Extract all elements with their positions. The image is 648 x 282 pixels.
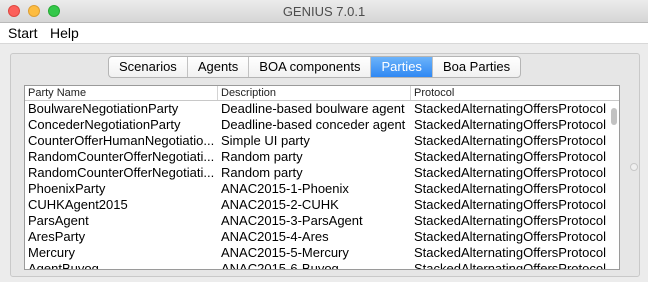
- table-row[interactable]: AgentBuyog ANAC2015-6-Buyog StackedAlterna…: [25, 261, 609, 270]
- table-row[interactable]: ParsAgent ANAC2015-3-ParsAgent StackedAlte…: [25, 213, 609, 229]
- column-header-description[interactable]: Description: [218, 86, 411, 100]
- tab-agents[interactable]: Agents: [188, 57, 250, 77]
- tab-parties[interactable]: Parties: [371, 57, 433, 77]
- protocol-cell: StackedAlternatingOffersProtocol: [414, 149, 606, 164]
- protocol-cell: StackedAlternatingOffersProtocol: [414, 117, 606, 132]
- description-cell: Random party: [221, 165, 303, 180]
- window-title: GENIUS 7.0.1: [282, 4, 366, 19]
- menu-bar: Start Help: [0, 23, 648, 44]
- party-name-cell: RandomCounterOfferNegotiati...: [28, 165, 215, 180]
- party-name-cell: ConcederNegotiationParty: [28, 117, 181, 132]
- description-cell: ANAC2015-4-Ares: [221, 229, 329, 244]
- table-row[interactable]: RandomCounterOfferNegotiati... Random par…: [25, 149, 609, 165]
- vertical-scrollbar[interactable]: [609, 101, 619, 269]
- protocol-cell: StackedAlternatingOffersProtocol: [414, 101, 606, 116]
- description-cell: ANAC2015-3-ParsAgent: [221, 213, 363, 228]
- table-row[interactable]: AresParty ANAC2015-4-Ares StackedAlternati…: [25, 229, 609, 245]
- tab-scenarios[interactable]: Scenarios: [109, 57, 188, 77]
- description-cell: ANAC2015-2-CUHK: [221, 197, 339, 212]
- description-cell: ANAC2015-6-Buyog: [221, 261, 339, 270]
- table-row[interactable]: BoulwareNegotiationParty Deadline-based b…: [25, 101, 609, 117]
- party-name-cell: CUHKAgent2015: [28, 197, 128, 212]
- column-header-party-name[interactable]: Party Name: [25, 86, 218, 100]
- protocol-cell: StackedAlternatingOffersProtocol: [414, 229, 606, 244]
- scrollbar-thumb[interactable]: [611, 108, 617, 125]
- protocol-cell: StackedAlternatingOffersProtocol: [414, 133, 606, 148]
- table-row[interactable]: CounterOfferHumanNegotiatio... Simple UI …: [25, 133, 609, 149]
- description-cell: Simple UI party: [221, 133, 310, 148]
- menu-start[interactable]: Start: [8, 25, 38, 41]
- table-row[interactable]: Mercury ANAC2015-5-Mercury StackedAlternat…: [25, 245, 609, 261]
- description-cell: Random party: [221, 149, 303, 164]
- splitter-handle[interactable]: [630, 163, 638, 171]
- protocol-cell: StackedAlternatingOffersProtocol: [414, 197, 606, 212]
- party-name-cell: RandomCounterOfferNegotiati...: [28, 149, 215, 164]
- description-cell: Deadline-based boulware agent: [221, 101, 405, 116]
- table-body: BoulwareNegotiationParty Deadline-based b…: [25, 101, 609, 270]
- description-cell: Deadline-based conceder agent: [221, 117, 406, 132]
- tab-boa-parties[interactable]: Boa Parties: [433, 57, 520, 77]
- table-row[interactable]: ConcederNegotiationParty Deadline-based c…: [25, 117, 609, 133]
- parties-table: Party Name Description Protocol Boulware…: [24, 85, 620, 270]
- protocol-cell: StackedAlternatingOffersProtocol: [414, 181, 606, 196]
- app-window: GENIUS 7.0.1 Start Help Scenarios Agents…: [0, 0, 648, 282]
- tab-bar: Scenarios Agents BOA components Parties …: [108, 56, 522, 78]
- party-name-cell: CounterOfferHumanNegotiatio...: [28, 133, 215, 148]
- table-row[interactable]: RandomCounterOfferNegotiati... Random par…: [25, 165, 609, 181]
- table-header: Party Name Description Protocol: [25, 86, 619, 101]
- party-name-cell: BoulwareNegotiationParty: [28, 101, 179, 116]
- title-bar: GENIUS 7.0.1: [0, 0, 648, 23]
- party-name-cell: PhoenixParty: [28, 181, 106, 196]
- party-name-cell: ParsAgent: [28, 213, 89, 228]
- party-name-cell: Mercury: [28, 245, 75, 260]
- menu-help[interactable]: Help: [50, 25, 79, 41]
- description-cell: ANAC2015-1-Phoenix: [221, 181, 349, 196]
- party-name-cell: AresParty: [28, 229, 86, 244]
- protocol-cell: StackedAlternatingOffersProtocol: [414, 261, 606, 270]
- table-row[interactable]: CUHKAgent2015 ANAC2015-2-CUHK StackedAlter…: [25, 197, 609, 213]
- table-row[interactable]: PhoenixParty ANAC2015-1-Phoenix StackedAlt…: [25, 181, 609, 197]
- protocol-cell: StackedAlternatingOffersProtocol: [414, 165, 606, 180]
- tab-boa-components[interactable]: BOA components: [249, 57, 372, 77]
- column-header-protocol[interactable]: Protocol: [411, 86, 611, 100]
- description-cell: ANAC2015-5-Mercury: [221, 245, 349, 260]
- protocol-cell: StackedAlternatingOffersProtocol: [414, 213, 606, 228]
- protocol-cell: StackedAlternatingOffersProtocol: [414, 245, 606, 260]
- party-name-cell: AgentBuyog: [28, 261, 99, 270]
